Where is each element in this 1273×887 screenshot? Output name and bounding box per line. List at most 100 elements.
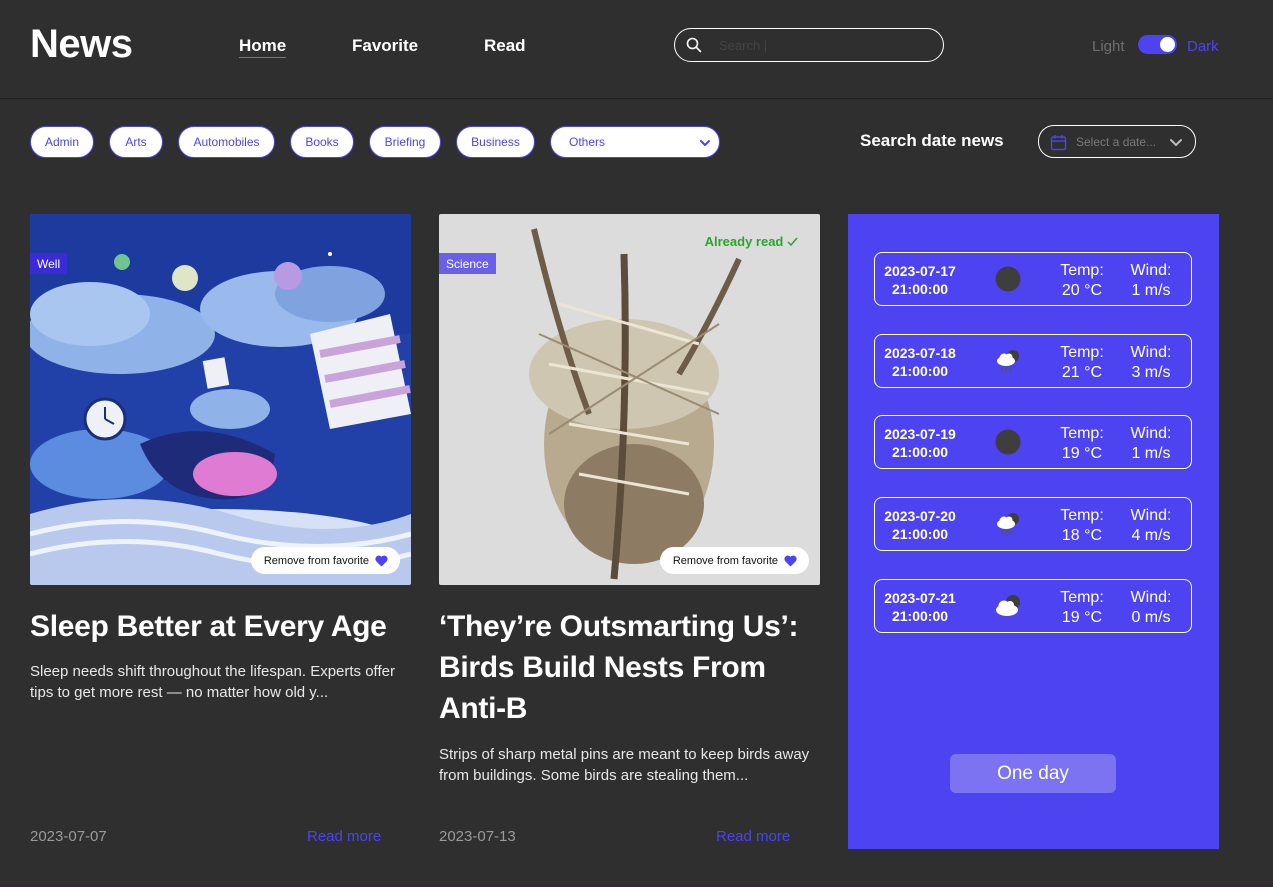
forecast-temp: Temp: 21 °C bbox=[1050, 343, 1114, 383]
read-more-link[interactable]: Read more bbox=[716, 828, 790, 845]
category-chip-arts[interactable]: Arts bbox=[109, 126, 163, 158]
forecast-temp: Temp: 19 °C bbox=[1050, 588, 1114, 628]
date-picker[interactable]: Select a date... bbox=[1038, 125, 1196, 158]
moon-icon bbox=[995, 266, 1021, 292]
search-box bbox=[674, 28, 944, 62]
temp-label: Temp: bbox=[1060, 344, 1104, 361]
wind-value: 1 m/s bbox=[1131, 445, 1171, 462]
wind-label: Wind: bbox=[1130, 425, 1172, 442]
weather-row: 2023-07-19 21:00:00 Temp: 19 °C Wind: 1 m/s bbox=[874, 415, 1192, 469]
category-chip-admin[interactable]: Admin bbox=[30, 126, 94, 158]
wind-value: 0 m/s bbox=[1131, 609, 1171, 626]
weather-row: 2023-07-17 21:00:00 Temp: 20 °C Wind: 1 m/s bbox=[874, 252, 1192, 306]
forecast-datetime: 2023-07-21 21:00:00 bbox=[881, 589, 959, 625]
logo[interactable]: News bbox=[30, 22, 133, 67]
forecast-date: 2023-07-20 bbox=[884, 508, 956, 524]
forecast-wind: Wind: 3 m/s bbox=[1119, 343, 1183, 383]
forecast-datetime: 2023-07-20 21:00:00 bbox=[881, 507, 959, 543]
forecast-wind: Wind: 4 m/s bbox=[1119, 506, 1183, 546]
article-title[interactable]: ‘They’re Outsmarting Us’: Birds Build Ne… bbox=[439, 606, 820, 729]
toggle-knob bbox=[1160, 37, 1175, 52]
search-icon bbox=[686, 37, 702, 53]
forecast-date: 2023-07-21 bbox=[884, 590, 956, 606]
temp-value: 18 °C bbox=[1061, 527, 1103, 544]
article-title[interactable]: Sleep Better at Every Age bbox=[30, 606, 411, 647]
rain-cloud-moon-icon bbox=[997, 513, 1019, 535]
theme-dark-label: Dark bbox=[1187, 38, 1219, 55]
theme-light-label: Light bbox=[1092, 38, 1125, 55]
wind-label: Wind: bbox=[1130, 589, 1172, 606]
temp-label: Temp: bbox=[1060, 425, 1104, 442]
search-input[interactable] bbox=[719, 36, 929, 54]
category-chip-automobiles[interactable]: Automobiles bbox=[178, 126, 275, 158]
article-date: 2023-07-13 bbox=[439, 828, 516, 845]
weather-panel: 2023-07-17 21:00:00 Temp: 20 °C Wind: 1 m/s… bbox=[848, 214, 1219, 849]
forecast-wind: Wind: 1 m/s bbox=[1119, 424, 1183, 464]
category-chip-briefing[interactable]: Briefing bbox=[369, 126, 441, 158]
weather-row: 2023-07-21 21:00:00 Temp: 19 °C Wind: 0 m/s bbox=[874, 579, 1192, 633]
check-icon bbox=[787, 237, 798, 247]
remove-favorite-button[interactable]: Remove from favorite bbox=[250, 547, 400, 574]
weather-row: 2023-07-18 21:00:00 Temp: 21 °C Wind: 3 m/s bbox=[874, 334, 1192, 388]
article-description: Strips of sharp metal pins are meant to … bbox=[439, 746, 810, 784]
forecast-time: 21:00:00 bbox=[891, 281, 949, 297]
already-read-label: Already read bbox=[705, 234, 798, 249]
header: News Home Favorite Read Light Dark bbox=[0, 0, 1273, 99]
category-badge: Science bbox=[439, 253, 496, 274]
temp-value: 20 °C bbox=[1061, 282, 1103, 299]
forecast-datetime: 2023-07-19 21:00:00 bbox=[881, 425, 959, 461]
article-date: 2023-07-07 bbox=[30, 828, 107, 845]
article-description: Sleep needs shift throughout the lifespa… bbox=[30, 663, 395, 701]
one-day-button[interactable]: One day bbox=[950, 754, 1116, 793]
already-read-text: Already read bbox=[704, 234, 784, 249]
favorite-button-label: Remove from favorite bbox=[672, 554, 778, 567]
forecast-date: 2023-07-19 bbox=[884, 426, 956, 442]
news-card: Science Already read Remove from favorit… bbox=[439, 214, 820, 854]
forecast-time: 21:00:00 bbox=[891, 526, 949, 542]
others-dropdown[interactable]: Others bbox=[550, 126, 720, 158]
date-placeholder: Select a date... bbox=[1076, 135, 1157, 149]
wind-label: Wind: bbox=[1130, 344, 1172, 361]
others-label: Others bbox=[569, 135, 606, 149]
wind-value: 3 m/s bbox=[1131, 364, 1171, 381]
favorite-button-label: Remove from favorite bbox=[263, 554, 369, 567]
temp-label: Temp: bbox=[1060, 507, 1104, 524]
forecast-time: 21:00:00 bbox=[891, 363, 949, 379]
cloud-moon-icon bbox=[996, 595, 1020, 616]
temp-label: Temp: bbox=[1060, 262, 1104, 279]
nav-read[interactable]: Read bbox=[484, 36, 526, 56]
forecast-date: 2023-07-17 bbox=[884, 263, 956, 279]
category-chip-business[interactable]: Business bbox=[456, 126, 535, 158]
forecast-date: 2023-07-18 bbox=[884, 345, 956, 361]
temp-label: Temp: bbox=[1060, 589, 1104, 606]
chevron-down-icon bbox=[1170, 139, 1182, 146]
wind-value: 1 m/s bbox=[1131, 282, 1171, 299]
nav-favorite[interactable]: Favorite bbox=[352, 36, 418, 56]
forecast-temp: Temp: 18 °C bbox=[1050, 506, 1114, 546]
news-card: Well Remove from favorite Sleep Better a… bbox=[30, 214, 411, 854]
heart-icon bbox=[375, 555, 388, 566]
forecast-temp: Temp: 20 °C bbox=[1050, 261, 1114, 301]
forecast-wind: Wind: 0 m/s bbox=[1119, 588, 1183, 628]
sleep-illustration bbox=[30, 214, 411, 585]
category-chip-books[interactable]: Books bbox=[290, 126, 354, 158]
article-image-nest[interactable]: Science Already read Remove from favorit… bbox=[439, 214, 820, 585]
theme-toggle[interactable] bbox=[1138, 35, 1177, 54]
bird-nest-photo bbox=[439, 214, 820, 585]
moon-icon bbox=[995, 429, 1021, 455]
forecast-datetime: 2023-07-17 21:00:00 bbox=[881, 262, 959, 298]
article-image-sleep[interactable]: Well Remove from favorite bbox=[30, 214, 411, 585]
forecast-time: 21:00:00 bbox=[891, 444, 949, 460]
rain-cloud-moon-icon bbox=[997, 350, 1019, 372]
forecast-datetime: 2023-07-18 21:00:00 bbox=[881, 344, 959, 380]
temp-value: 21 °C bbox=[1061, 364, 1103, 381]
temp-value: 19 °C bbox=[1061, 609, 1103, 626]
chevron-down-icon bbox=[700, 140, 710, 146]
nav-home[interactable]: Home bbox=[239, 36, 287, 58]
calendar-icon bbox=[1050, 135, 1067, 151]
forecast-wind: Wind: 1 m/s bbox=[1119, 261, 1183, 301]
wind-label: Wind: bbox=[1130, 262, 1172, 279]
date-search-title: Search date news bbox=[860, 131, 1004, 150]
read-more-link[interactable]: Read more bbox=[307, 828, 381, 845]
remove-favorite-button[interactable]: Remove from favorite bbox=[659, 547, 809, 574]
